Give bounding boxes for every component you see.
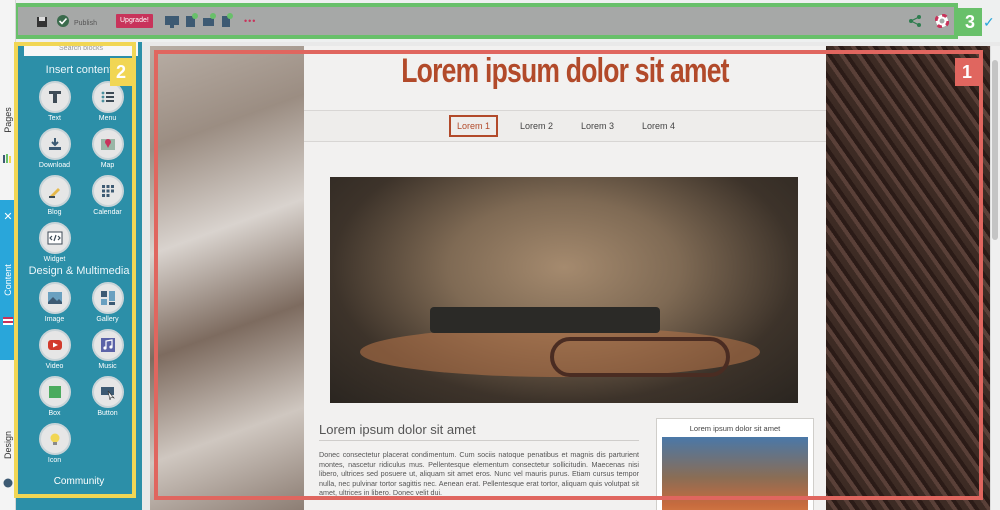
sidebox-caption: Lorem ipsum dolor sit amet <box>689 424 781 433</box>
share-icon[interactable] <box>908 14 922 33</box>
vertical-tab-strip: Pages Content ✕ Design <box>0 0 16 510</box>
site-title[interactable]: Lorem ipsum dolor sit amet <box>361 52 768 91</box>
nav-item-3[interactable]: Lorem 3 <box>575 117 620 135</box>
page-preview[interactable]: Lorem ipsum dolor sit amet Lorem 1 Lorem… <box>304 46 826 510</box>
site-navigation: Lorem 1 Lorem 2 Lorem 3 Lorem 4 <box>304 110 826 142</box>
video-label: Video <box>45 363 64 370</box>
mobile-view-icon[interactable] <box>219 12 233 33</box>
download-label: Download <box>38 162 71 169</box>
tab-content-label: Content <box>3 264 13 296</box>
upgrade-button[interactable]: Upgrade! <box>116 14 153 28</box>
help-lifebuoy-icon[interactable] <box>934 13 950 33</box>
hat-band-shape <box>430 307 660 333</box>
insert-gallery-block[interactable]: Gallery <box>81 282 134 329</box>
top-toolbar: 👁 Publish Upgrade! ••• 3 ✓ <box>0 0 1000 42</box>
design-multimedia-heading: Design & Multimedia <box>28 265 130 277</box>
calendar-label: Calendar <box>93 209 122 216</box>
more-options-icon[interactable]: ••• <box>244 16 256 26</box>
calendar-icon <box>91 175 124 207</box>
callout-badge-1: 1 <box>955 58 979 86</box>
landscape-view-icon[interactable] <box>202 12 216 33</box>
download-icon <box>38 128 71 160</box>
sidebox-thumbnail-image <box>662 437 808 510</box>
page-editor-canvas[interactable]: Lorem ipsum dolor sit amet Lorem 1 Lorem… <box>150 46 990 510</box>
icon-label: Icon <box>47 457 62 464</box>
insert-content-panel: Search blocks Insert content Text Menu D… <box>16 42 142 510</box>
button-label: Button <box>97 410 118 417</box>
checkmark-icon: ✓ <box>983 14 995 30</box>
insert-music-block[interactable]: Music <box>81 329 134 376</box>
hero-hat-image[interactable] <box>330 177 798 403</box>
tab-pages-label: Pages <box>3 107 13 133</box>
insert-button-block[interactable]: Button <box>81 376 134 423</box>
insert-icon-block[interactable]: Icon <box>28 423 81 470</box>
scrollbar-thumb[interactable] <box>992 60 998 240</box>
widget-icon <box>38 222 71 254</box>
music-label: Music <box>98 363 117 370</box>
article-title[interactable]: Lorem ipsum dolor sit amet <box>319 422 639 441</box>
callout-badge-2: 2 <box>110 58 132 86</box>
toolbar-highlight-3: Publish Upgrade! ••• <box>14 3 958 39</box>
widget-label: Widget <box>43 256 66 263</box>
tab-content[interactable]: Content <box>0 200 16 360</box>
tab-pages[interactable]: Pages <box>0 95 16 145</box>
insert-image-block[interactable]: Image <box>28 282 81 329</box>
flag-icon <box>3 312 13 325</box>
pages-bars-icon <box>3 150 13 163</box>
tablet-view-icon[interactable] <box>184 12 198 33</box>
insert-content-grid: Text Menu Download Map Blog Calendar Wid… <box>16 81 142 269</box>
insert-box-block[interactable]: Box <box>28 376 81 423</box>
callout-badge-3: 3 <box>958 8 982 36</box>
icon-icon <box>38 423 71 455</box>
publish-button[interactable]: Publish <box>74 20 97 27</box>
button-icon <box>91 376 124 408</box>
design-multimedia-grid: Image Gallery Video Music Box Button Ico… <box>16 282 142 470</box>
desktop-view-icon[interactable] <box>164 15 180 34</box>
insert-menu-block[interactable]: Menu <box>81 81 134 128</box>
insert-calendar-block[interactable]: Calendar <box>81 175 134 222</box>
image-label: Image <box>44 316 65 323</box>
community-heading: Community <box>53 476 105 487</box>
publish-check-icon[interactable] <box>56 14 70 33</box>
insert-video-block[interactable]: Video <box>28 329 81 376</box>
insert-map-block[interactable]: Map <box>81 128 134 175</box>
text-icon <box>38 81 71 113</box>
sunglasses-shape <box>550 337 730 377</box>
insert-blog-block[interactable]: Blog <box>28 175 81 222</box>
insert-text-block[interactable]: Text <box>28 81 81 128</box>
video-icon <box>38 329 71 361</box>
box-icon <box>38 376 71 408</box>
search-blocks-strip[interactable]: Search blocks <box>24 42 138 56</box>
image-icon <box>38 282 71 314</box>
nav-item-1[interactable]: Lorem 1 <box>448 115 498 137</box>
nav-item-4[interactable]: Lorem 4 <box>636 117 681 135</box>
map-icon <box>91 128 124 160</box>
palette-icon <box>3 475 13 488</box>
blog-icon <box>38 175 71 207</box>
map-label: Map <box>100 162 115 169</box>
blog-label: Blog <box>47 209 62 216</box>
tab-design[interactable]: Design <box>0 420 16 470</box>
sidebar-image-box[interactable]: Lorem ipsum dolor sit amet <box>656 418 814 510</box>
cafe-tables-background-image <box>150 46 310 510</box>
tab-design-label: Design <box>3 430 13 460</box>
text-label: Text <box>48 115 61 122</box>
gallery-label: Gallery <box>96 316 119 323</box>
insert-widget-block[interactable]: Widget <box>28 222 81 269</box>
article-body[interactable]: Donec consectetur placerat condimentum. … <box>319 450 639 498</box>
save-icon[interactable] <box>36 15 48 33</box>
nav-item-2[interactable]: Lorem 2 <box>514 117 559 135</box>
wicker-chair-background-image <box>826 46 990 510</box>
gallery-icon <box>91 282 124 314</box>
music-icon <box>91 329 124 361</box>
box-label: Box <box>48 410 61 417</box>
menu-label: Menu <box>98 115 117 122</box>
close-panel-icon[interactable]: ✕ <box>2 210 14 224</box>
insert-download-block[interactable]: Download <box>28 128 81 175</box>
